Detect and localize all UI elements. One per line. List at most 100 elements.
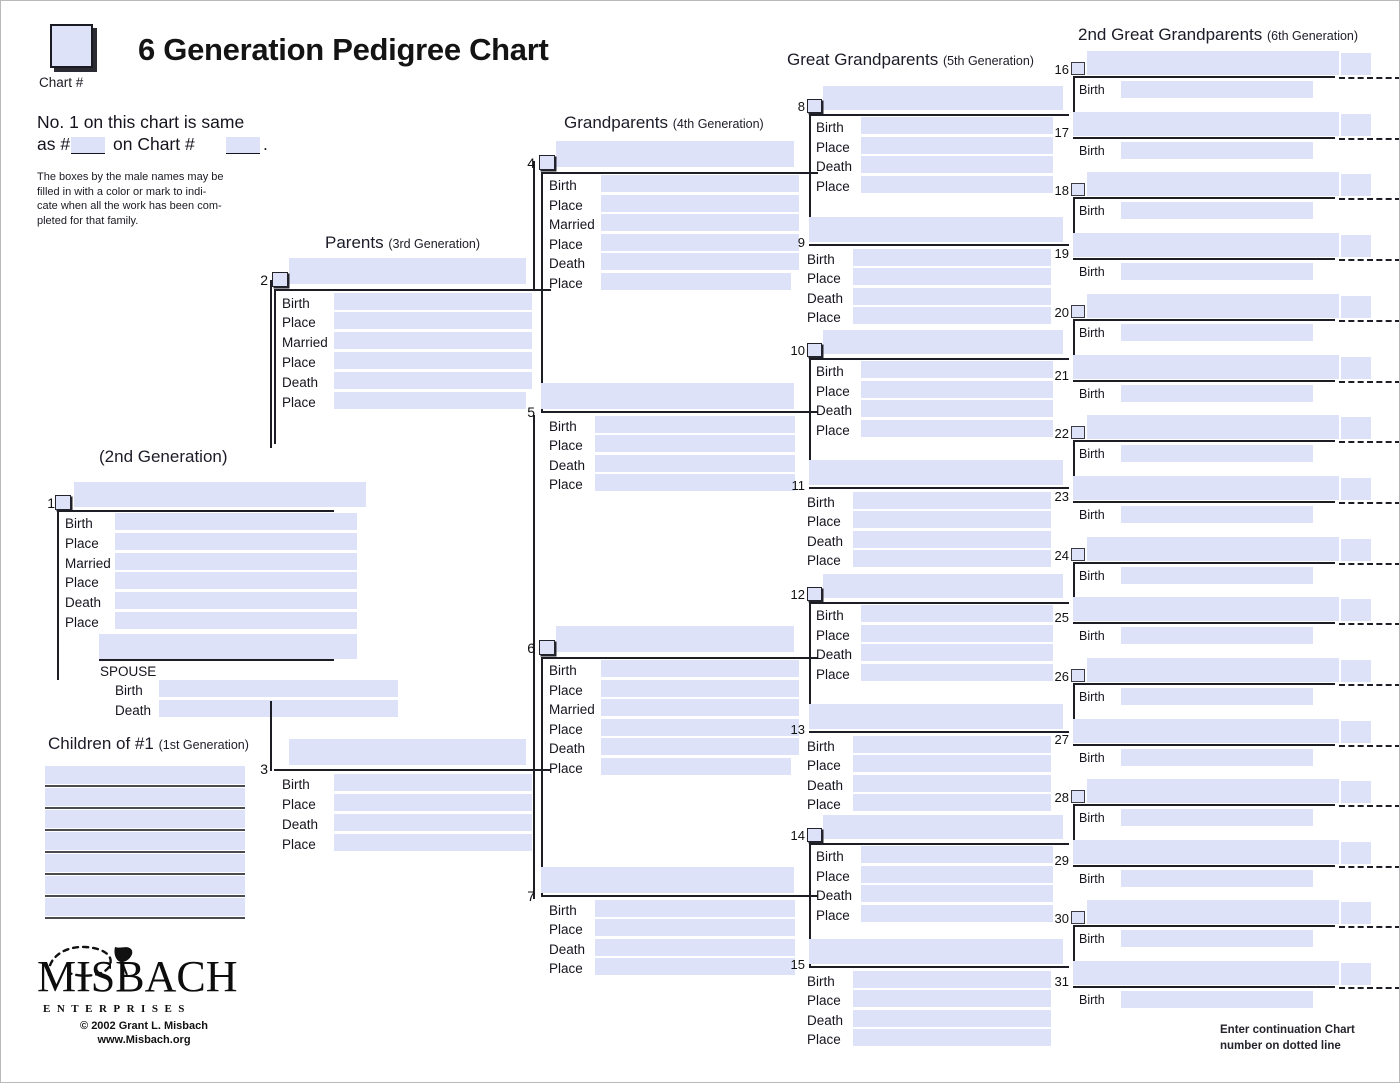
person-11-name-field[interactable] [809, 460, 1063, 485]
person-1-birth-field[interactable] [115, 513, 357, 530]
person-26-name-field[interactable] [1087, 658, 1339, 682]
person-12-death-field[interactable] [861, 644, 1053, 661]
person-26-male-checkbox[interactable] [1071, 669, 1085, 682]
person-8-male-checkbox[interactable] [807, 99, 822, 113]
person-7-death-field[interactable] [595, 939, 795, 956]
child-slot-5[interactable] [45, 854, 245, 872]
child-slot-1[interactable] [45, 766, 245, 784]
person-24-name-field[interactable] [1087, 537, 1339, 561]
person-4-male-checkbox[interactable] [539, 155, 555, 170]
person-19-continuation-chart-field[interactable] [1341, 235, 1371, 257]
person-29-name-field[interactable] [1073, 840, 1339, 864]
person-1-death-field[interactable] [115, 592, 357, 609]
person-2-deathplace-field[interactable] [334, 392, 526, 409]
person-28-name-field[interactable] [1087, 779, 1339, 803]
person-16-continuation-chart-field[interactable] [1341, 53, 1371, 75]
child-slot-2[interactable] [45, 788, 245, 806]
person-3-birth-field[interactable] [334, 774, 532, 791]
person-18-birth-field[interactable] [1121, 202, 1313, 219]
person-20-birth-field[interactable] [1121, 324, 1313, 341]
person-29-birth-field[interactable] [1121, 870, 1313, 887]
child-slot-3[interactable] [45, 810, 245, 828]
person-4-death-field[interactable] [601, 253, 799, 270]
person-6-male-checkbox[interactable] [539, 640, 555, 655]
person-1-birthplace-field[interactable] [115, 533, 357, 550]
person-4-birthplace-field[interactable] [601, 195, 799, 212]
person-22-name-field[interactable] [1087, 415, 1339, 439]
person-2-male-checkbox[interactable] [272, 272, 288, 287]
person-6-deathplace-field[interactable] [601, 758, 791, 775]
person-11-death-field[interactable] [853, 531, 1051, 548]
person-27-name-field[interactable] [1073, 719, 1339, 743]
person-19-name-field[interactable] [1073, 233, 1339, 257]
person-1-spouse-birth-field[interactable] [159, 680, 398, 697]
person-20-name-field[interactable] [1087, 294, 1339, 318]
person-18-male-checkbox[interactable] [1071, 183, 1085, 196]
person-15-name-field[interactable] [809, 939, 1063, 964]
child-slot-4[interactable] [45, 832, 245, 850]
person-4-deathplace-field[interactable] [601, 273, 791, 290]
person-20-male-checkbox[interactable] [1071, 305, 1085, 318]
person-6-married-field[interactable] [601, 699, 799, 716]
person-31-continuation-chart-field[interactable] [1341, 963, 1371, 985]
person-16-name-field[interactable] [1087, 51, 1339, 75]
person-9-birthplace-field[interactable] [853, 268, 1051, 285]
person-21-birth-field[interactable] [1121, 385, 1313, 402]
person-7-birthplace-field[interactable] [595, 919, 795, 936]
person-24-male-checkbox[interactable] [1071, 548, 1085, 561]
person-1-marriageplace-field[interactable] [115, 572, 357, 589]
person-10-male-checkbox[interactable] [807, 343, 822, 357]
person-14-death-field[interactable] [861, 885, 1053, 902]
person-23-name-field[interactable] [1073, 476, 1339, 500]
person-8-birthplace-field[interactable] [861, 137, 1053, 154]
person-6-name-field[interactable] [556, 626, 794, 652]
person-15-birth-field[interactable] [853, 971, 1051, 988]
person-10-death-field[interactable] [861, 400, 1053, 417]
person-15-death-field[interactable] [853, 1010, 1051, 1027]
person-9-birth-field[interactable] [853, 249, 1051, 266]
person-26-birth-field[interactable] [1121, 688, 1313, 705]
person-18-name-field[interactable] [1087, 172, 1339, 196]
person-22-birth-field[interactable] [1121, 445, 1313, 462]
person-6-marriageplace-field[interactable] [601, 719, 799, 736]
child-slot-7[interactable] [45, 898, 245, 916]
same-as-chart-number-field[interactable] [226, 137, 260, 154]
same-as-number-field[interactable] [71, 137, 105, 154]
person-7-deathplace-field[interactable] [595, 958, 795, 975]
person-27-birth-field[interactable] [1121, 749, 1313, 766]
person-2-marriageplace-field[interactable] [334, 352, 532, 369]
person-14-name-field[interactable] [823, 815, 1063, 839]
person-10-birth-field[interactable] [861, 361, 1053, 378]
person-8-name-field[interactable] [823, 86, 1063, 110]
person-9-death-field[interactable] [853, 288, 1051, 305]
person-22-male-checkbox[interactable] [1071, 426, 1085, 439]
person-5-birthplace-field[interactable] [595, 435, 795, 452]
person-7-name-field[interactable] [541, 867, 794, 893]
person-14-male-checkbox[interactable] [807, 828, 822, 842]
person-15-birthplace-field[interactable] [853, 990, 1051, 1007]
person-3-death-field[interactable] [334, 814, 532, 831]
person-5-death-field[interactable] [595, 455, 795, 472]
person-29-continuation-chart-field[interactable] [1341, 842, 1371, 864]
person-5-birth-field[interactable] [595, 416, 795, 433]
person-28-birth-field[interactable] [1121, 809, 1313, 826]
person-14-birthplace-field[interactable] [861, 866, 1053, 883]
person-28-male-checkbox[interactable] [1071, 790, 1085, 803]
person-15-deathplace-field[interactable] [853, 1029, 1051, 1046]
person-2-birth-field[interactable] [334, 293, 532, 310]
person-16-male-checkbox[interactable] [1071, 62, 1085, 75]
person-2-birthplace-field[interactable] [334, 312, 532, 329]
person-2-name-field[interactable] [289, 258, 526, 284]
person-25-continuation-chart-field[interactable] [1341, 599, 1371, 621]
child-slot-6[interactable] [45, 876, 245, 894]
person-11-birth-field[interactable] [853, 492, 1051, 509]
person-1-male-checkbox[interactable] [55, 495, 71, 510]
person-23-birth-field[interactable] [1121, 506, 1313, 523]
person-6-birthplace-field[interactable] [601, 680, 799, 697]
person-30-name-field[interactable] [1087, 900, 1339, 924]
person-12-birth-field[interactable] [861, 605, 1053, 622]
person-6-death-field[interactable] [601, 738, 799, 755]
person-30-continuation-chart-field[interactable] [1341, 902, 1371, 924]
person-28-continuation-chart-field[interactable] [1341, 781, 1371, 803]
person-13-death-field[interactable] [853, 775, 1051, 792]
